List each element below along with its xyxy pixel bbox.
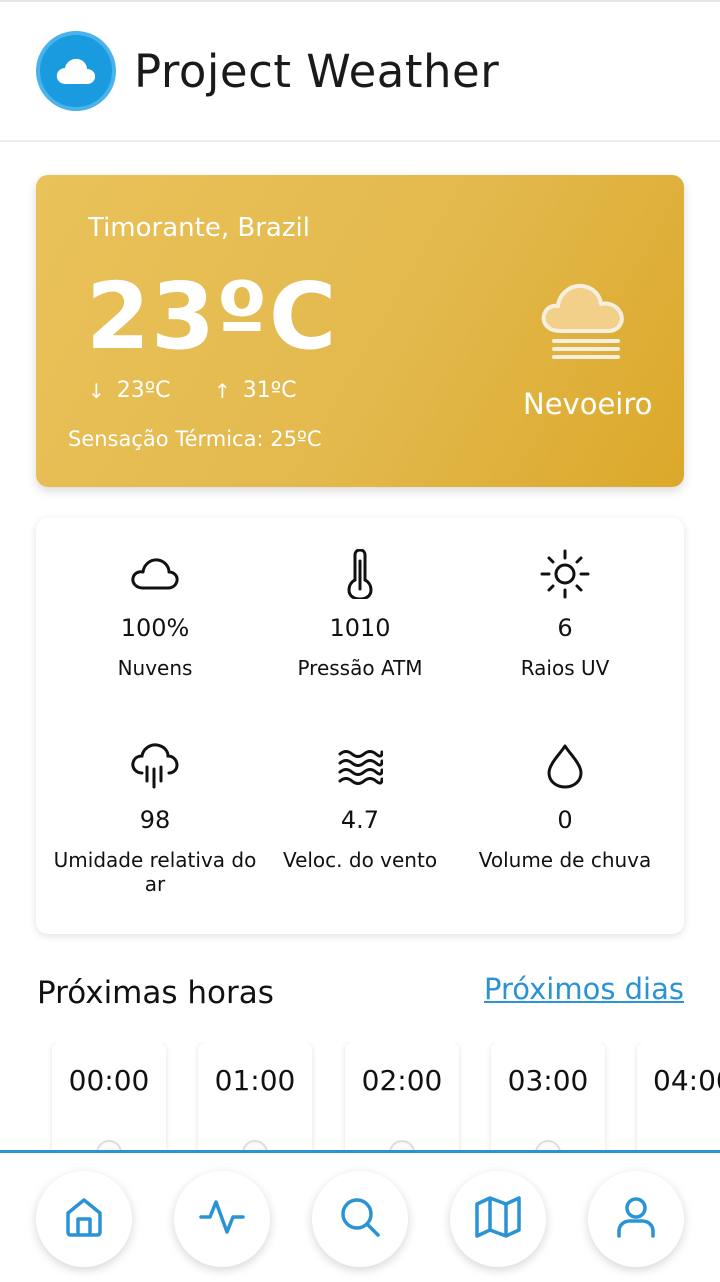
current-weather-card: Timorante, Brazil 23ºC ↓ 23ºC ↑ 31ºC Sen… bbox=[36, 175, 684, 487]
stat-value: 98 bbox=[139, 806, 171, 834]
stat-wind: 4.7 Veloc. do vento bbox=[252, 742, 468, 872]
hour-time: 04:00 bbox=[653, 1064, 720, 1097]
drop-icon bbox=[457, 742, 673, 790]
bottom-navigation bbox=[0, 1150, 720, 1282]
min-temperature-value: 23ºC bbox=[116, 378, 171, 403]
nav-profile-button[interactable] bbox=[588, 1171, 684, 1267]
condition-label: Nevoeiro bbox=[523, 387, 653, 421]
home-icon bbox=[62, 1195, 106, 1243]
app-header: Project Weather bbox=[0, 2, 720, 142]
hour-time: 03:00 bbox=[507, 1064, 589, 1097]
stat-label: Raios UV bbox=[520, 656, 610, 680]
max-temperature-value: 31ºC bbox=[242, 378, 297, 403]
cloud-icon bbox=[36, 31, 116, 111]
rain-cloud-icon bbox=[47, 742, 263, 790]
hour-time: 02:00 bbox=[361, 1064, 443, 1097]
location-label: Timorante, Brazil bbox=[88, 213, 310, 243]
stat-humidity: 98 Umidade relativa do ar bbox=[47, 742, 263, 896]
max-temperature: ↑ 31ºC bbox=[214, 378, 297, 403]
search-icon bbox=[338, 1195, 382, 1243]
stat-uv: 6 Raios UV bbox=[457, 549, 673, 680]
min-temperature: ↓ 23ºC bbox=[88, 378, 171, 403]
nav-activity-button[interactable] bbox=[174, 1171, 270, 1267]
thermometer-icon bbox=[252, 549, 468, 599]
fog-icon bbox=[538, 271, 634, 367]
hour-time: 00:00 bbox=[68, 1064, 150, 1097]
stat-clouds: 100% Nuvens bbox=[47, 550, 263, 680]
stat-label: Volume de chuva bbox=[478, 848, 652, 872]
wind-waves-icon bbox=[252, 742, 468, 790]
hour-time: 01:00 bbox=[214, 1064, 296, 1097]
next-hours-title: Próximas horas bbox=[37, 975, 274, 1011]
weather-stats-card: 100% Nuvens 1010 Pressão ATM 6 Raios UV … bbox=[36, 518, 684, 934]
cloud-icon bbox=[47, 550, 263, 598]
current-temperature: 23ºC bbox=[86, 263, 338, 370]
stat-value: 4.7 bbox=[340, 806, 380, 834]
hour-card[interactable]: 00:00 bbox=[52, 1042, 166, 1152]
feels-like: Sensação Térmica: 25ºC bbox=[68, 427, 322, 451]
arrow-down-icon: ↓ bbox=[88, 378, 105, 403]
hour-card[interactable]: 02:00 bbox=[345, 1042, 459, 1152]
stat-value: 100% bbox=[120, 614, 190, 642]
stat-rain-volume: 0 Volume de chuva bbox=[457, 742, 673, 872]
hour-card[interactable]: 01:00 bbox=[198, 1042, 312, 1152]
nav-search-button[interactable] bbox=[312, 1171, 408, 1267]
sun-icon bbox=[457, 549, 673, 599]
stat-value: 0 bbox=[557, 806, 573, 834]
stat-label: Umidade relativa do ar bbox=[53, 848, 257, 896]
app-title: Project Weather bbox=[134, 44, 500, 98]
hour-card[interactable]: 03:00 bbox=[491, 1042, 605, 1152]
stat-label: Nuvens bbox=[117, 656, 193, 680]
stat-pressure: 1010 Pressão ATM bbox=[252, 549, 468, 680]
arrow-up-icon: ↑ bbox=[214, 378, 231, 403]
hourly-forecast-list[interactable]: 00:00 01:00 02:00 03:00 04:00 bbox=[0, 1042, 720, 1152]
user-icon bbox=[615, 1195, 657, 1243]
activity-icon bbox=[199, 1197, 245, 1241]
stat-label: Pressão ATM bbox=[297, 656, 423, 680]
nav-map-button[interactable] bbox=[450, 1171, 546, 1267]
next-days-link[interactable]: Próximos dias bbox=[484, 972, 684, 1006]
stat-label: Veloc. do vento bbox=[282, 848, 438, 872]
map-icon bbox=[474, 1195, 522, 1243]
stat-value: 6 bbox=[557, 614, 573, 642]
hour-card[interactable]: 04:00 bbox=[637, 1042, 720, 1152]
nav-home-button[interactable] bbox=[36, 1171, 132, 1267]
stat-value: 1010 bbox=[329, 614, 391, 642]
